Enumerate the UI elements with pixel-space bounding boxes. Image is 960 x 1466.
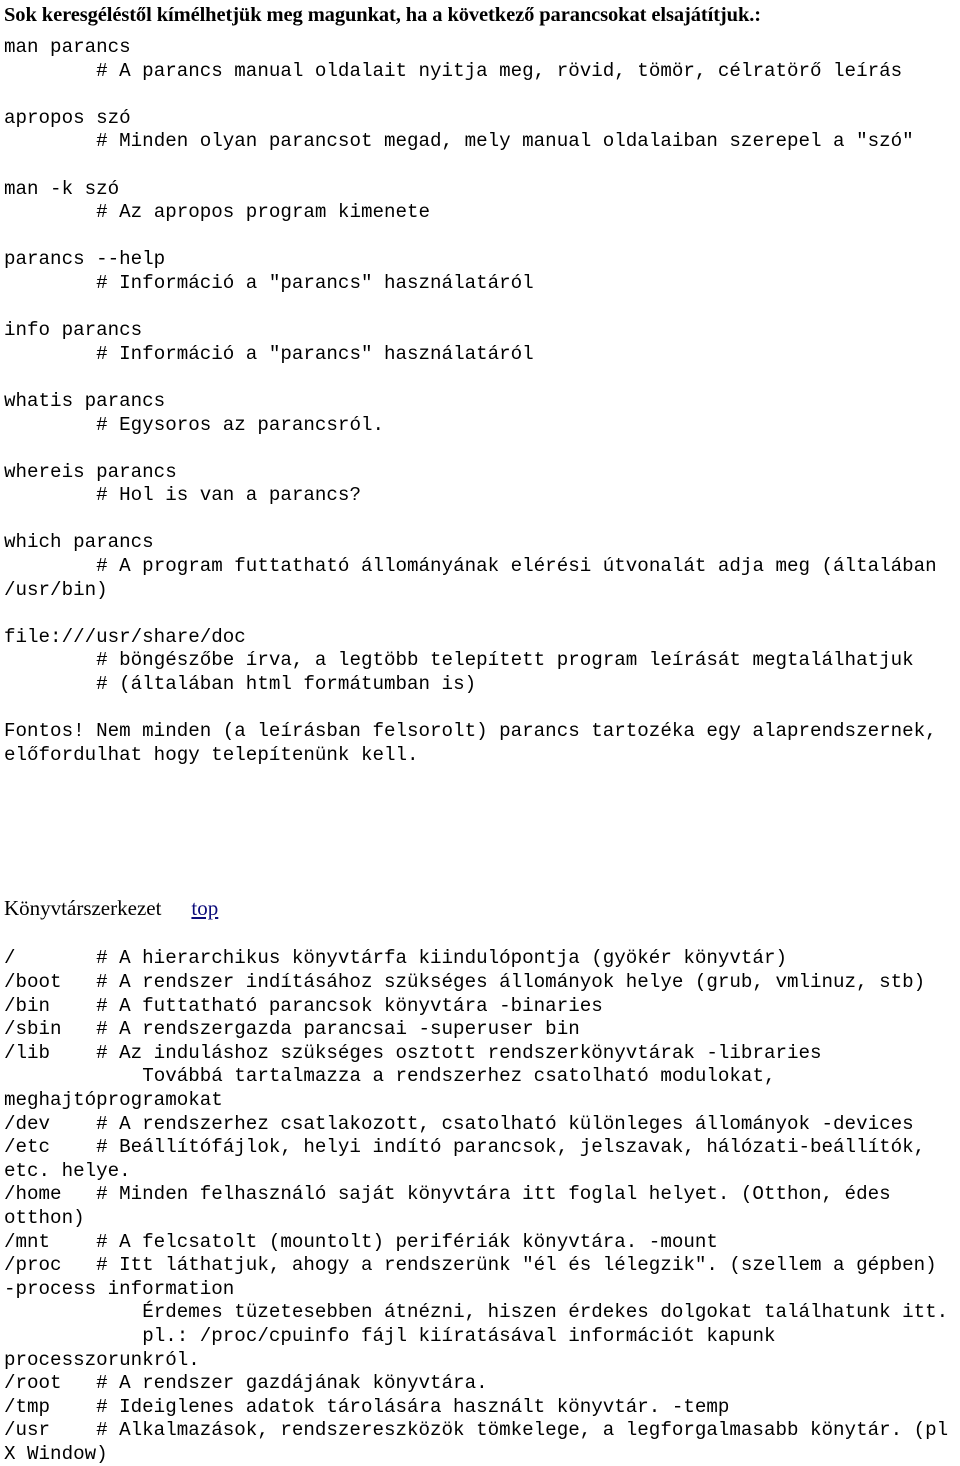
title-spacer — [4, 28, 956, 36]
page-title: Sok keresgéléstől kímélhetjük meg magunk… — [4, 4, 762, 26]
directory-structure-block: / # A hierarchikus könyvtárfa kiindulópo… — [4, 947, 949, 1465]
commands-block: man parancs # A parancs manual oldalait … — [4, 36, 937, 766]
section-title: Könyvtárszerkezet — [4, 896, 162, 921]
section-header-konyvtarszerkezet: Könyvtárszerkezet top — [4, 895, 956, 921]
top-link[interactable]: top — [191, 895, 218, 921]
document-page: Sok keresgéléstől kímélhetjük meg magunk… — [0, 2, 960, 1466]
section-title-spacer — [4, 921, 956, 947]
